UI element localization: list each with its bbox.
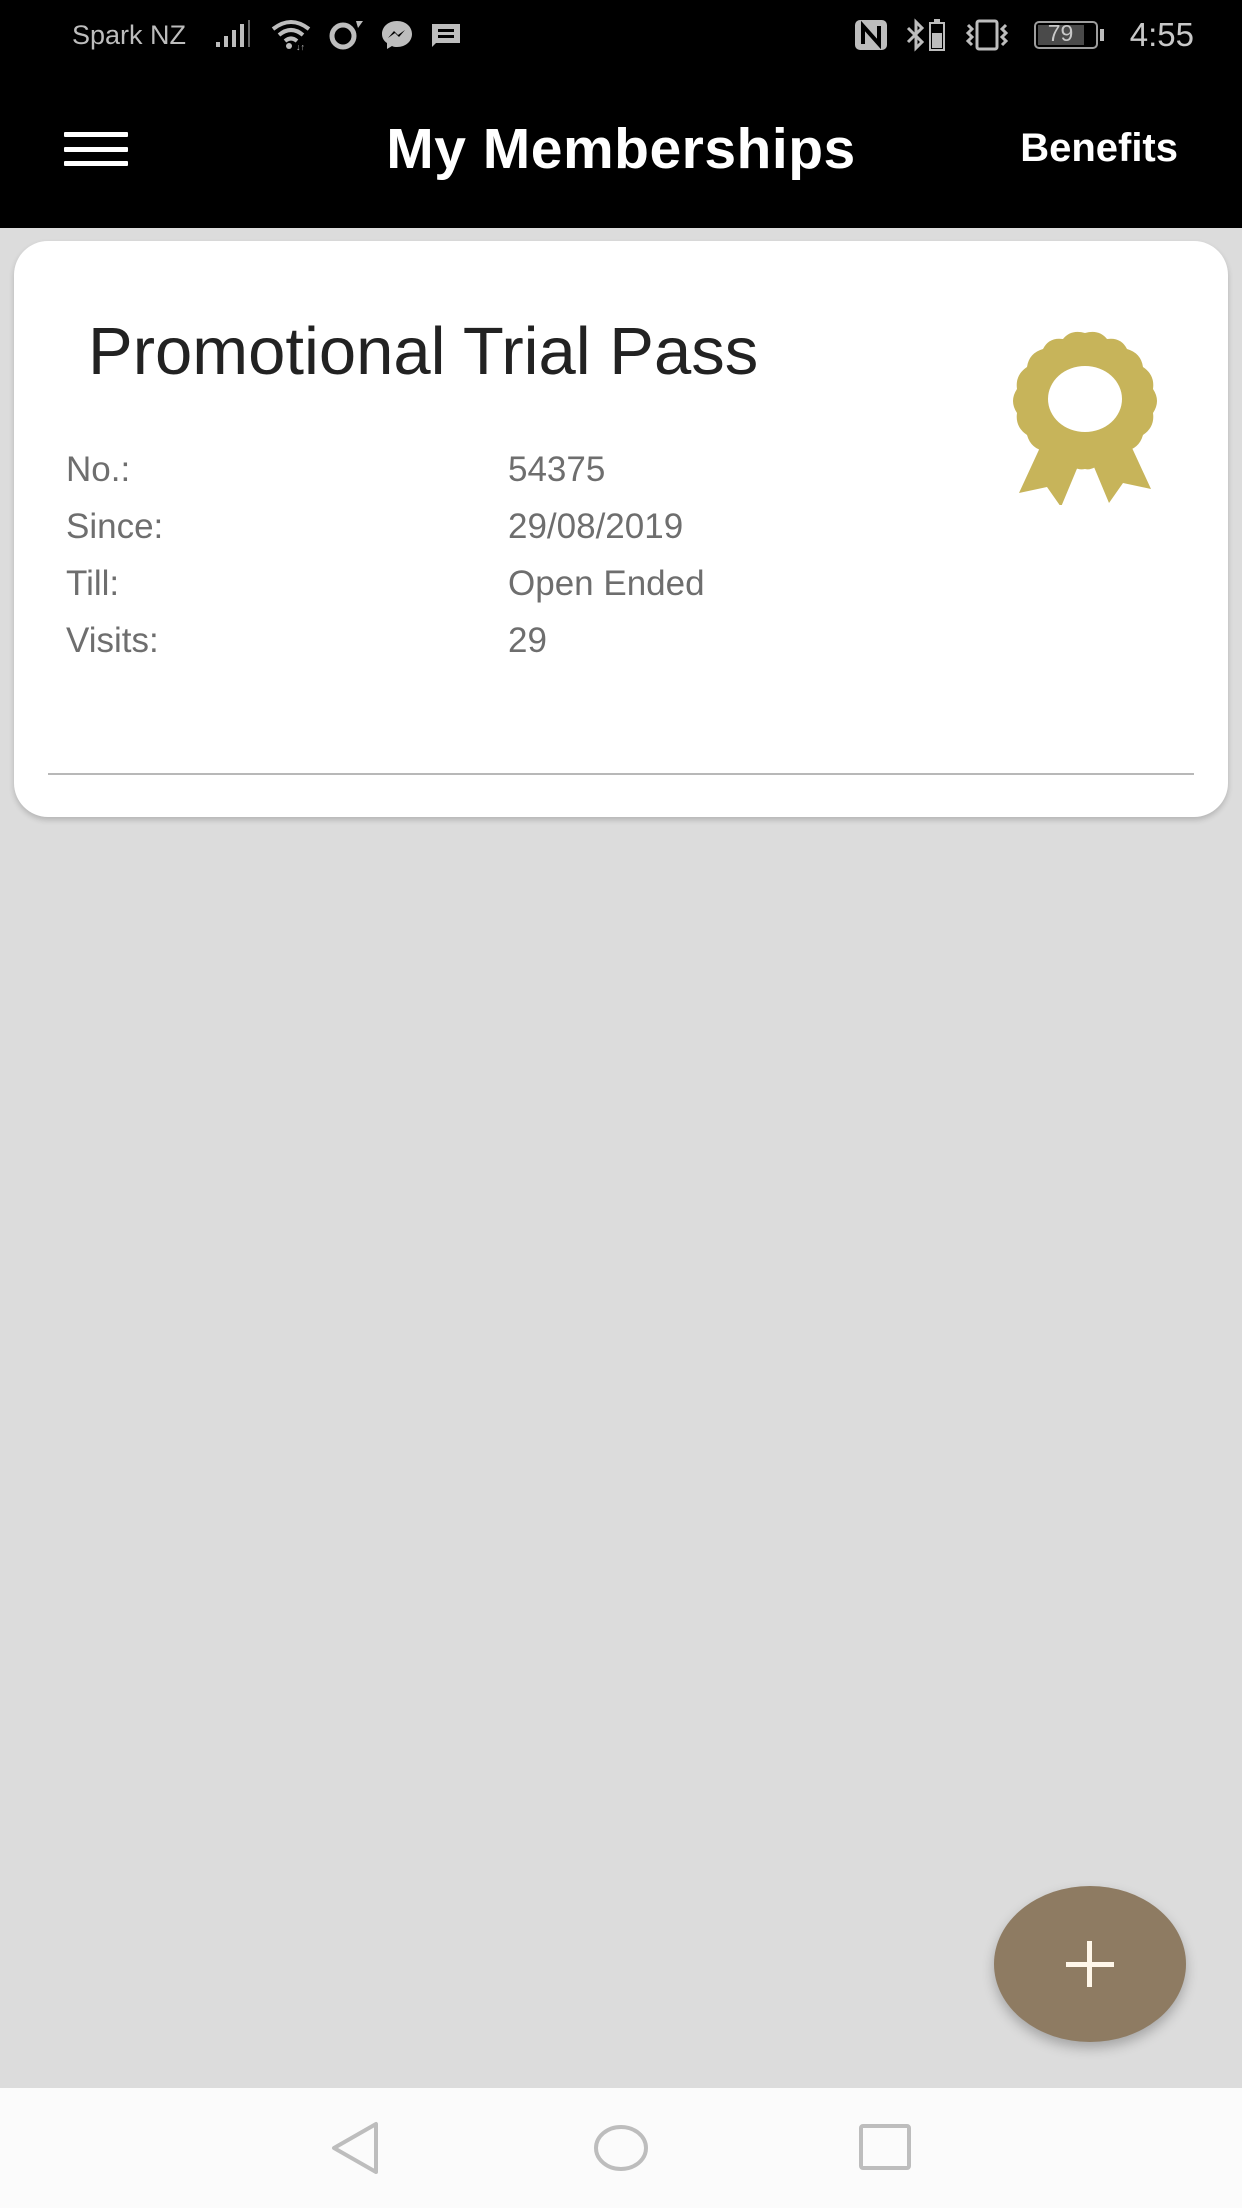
membership-card[interactable]: Promotional Trial Pass No.: 54375 Since:… <box>14 241 1228 817</box>
detail-row-visits: Visits: 29 <box>66 612 826 669</box>
home-icon <box>594 2125 648 2171</box>
detail-label: Visits: <box>66 620 159 660</box>
card-divider <box>48 773 1194 775</box>
detail-row-till: Till: Open Ended <box>66 555 826 612</box>
benefits-button[interactable]: Benefits <box>1020 126 1178 171</box>
screen: Spark NZ ↓↑ 79 4:55 My Memberships Benef… <box>0 0 1242 2208</box>
battery-level: 79 <box>1047 20 1074 46</box>
award-ribbon-icon <box>999 329 1171 507</box>
detail-value: 54375 <box>508 449 606 489</box>
back-icon <box>332 2122 378 2174</box>
detail-value: 29/08/2019 <box>508 506 684 546</box>
status-right: 79 4:55 <box>854 16 1194 54</box>
messenger-icon <box>380 18 414 52</box>
detail-value: Open Ended <box>508 563 705 603</box>
carrier-name: Spark NZ <box>72 19 187 50</box>
home-button[interactable] <box>591 2118 651 2178</box>
bluetooth-battery-icon <box>904 18 948 52</box>
clock: 4:55 <box>1129 16 1194 53</box>
system-nav-bar <box>0 2088 1242 2208</box>
app-bar: My Memberships Benefits <box>0 70 1242 228</box>
detail-label: No.: <box>66 449 131 489</box>
opera-icon <box>328 18 364 52</box>
back-button[interactable] <box>325 2118 385 2178</box>
svg-text:↓↑: ↓↑ <box>296 42 305 51</box>
detail-row-since: Since: 29/08/2019 <box>66 498 826 555</box>
detail-value: 29 <box>508 620 547 660</box>
recents-button[interactable] <box>855 2118 915 2178</box>
membership-details: No.: 54375 Since: 29/08/2019 Till: Open … <box>66 441 826 669</box>
wifi-icon: ↓↑ <box>270 18 312 52</box>
detail-label: Since: <box>66 506 164 546</box>
detail-row-number: No.: 54375 <box>66 441 826 498</box>
page-title-text: My Memberships <box>386 117 856 181</box>
battery-icon: 79 <box>1033 18 1106 52</box>
notification-icon <box>430 18 462 52</box>
signal-icon <box>214 18 254 52</box>
recents-icon <box>859 2124 911 2170</box>
plus-icon <box>1066 1941 1114 1987</box>
add-membership-button[interactable] <box>994 1886 1186 2042</box>
detail-label: Till: <box>66 563 120 603</box>
nfc-icon <box>854 18 888 52</box>
membership-name: Promotional Trial Pass <box>88 314 759 389</box>
status-bar: Spark NZ ↓↑ 79 4:55 <box>0 0 1242 70</box>
vibrate-icon <box>964 18 1010 52</box>
status-left: Spark NZ ↓↑ <box>72 18 462 52</box>
